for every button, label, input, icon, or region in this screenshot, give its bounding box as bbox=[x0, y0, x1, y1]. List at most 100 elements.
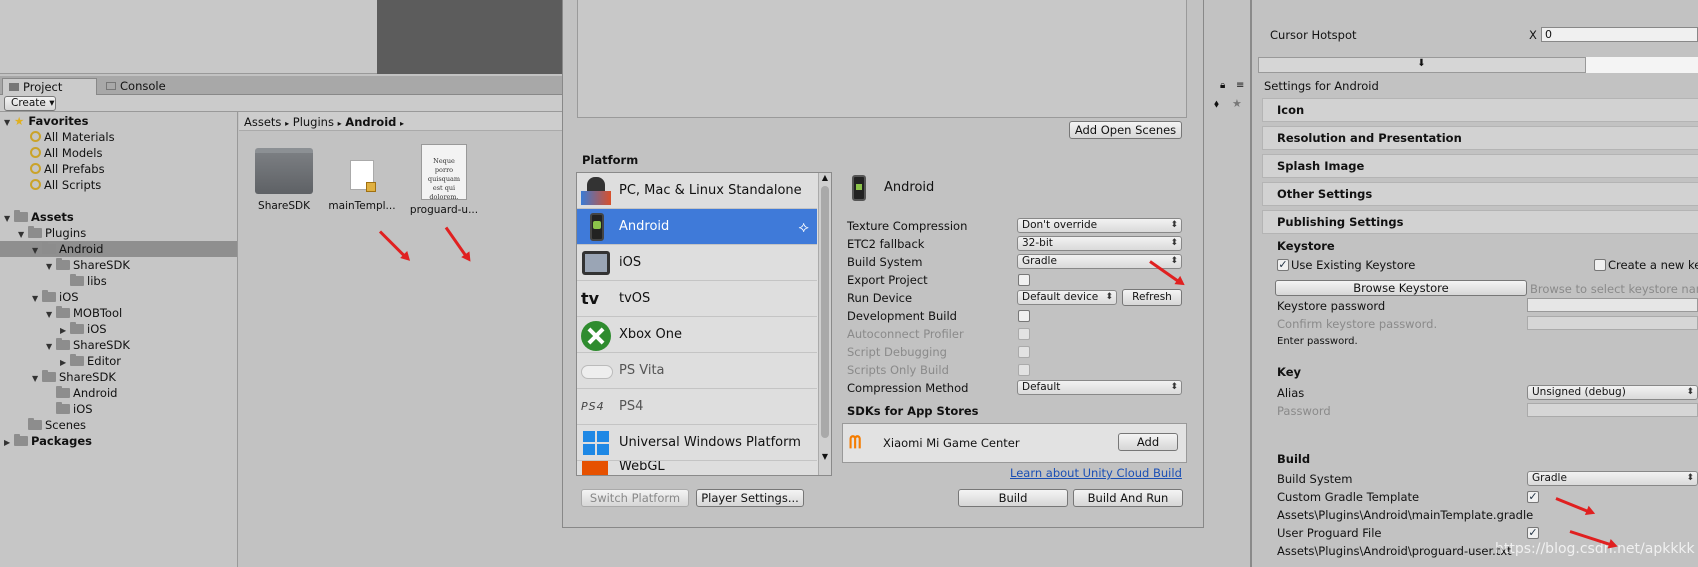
tree-item-mobtool[interactable]: ▼ MOBTool bbox=[46, 306, 283, 321]
platform-tab-android[interactable] bbox=[1586, 57, 1698, 73]
export-project-checkbox[interactable] bbox=[1018, 274, 1030, 286]
cursor-hotspot-label: Cursor Hotspot bbox=[1270, 28, 1357, 42]
tab-console[interactable]: Console bbox=[100, 78, 210, 95]
star-filter-icon[interactable]: ★ bbox=[1232, 97, 1248, 111]
run-device-dropdown[interactable]: Default device bbox=[1017, 290, 1117, 305]
section-resolution-presentation[interactable]: Resolution and Presentation bbox=[1262, 126, 1698, 150]
platform-list-scrollbar[interactable]: ▲ ▼ bbox=[818, 173, 831, 475]
enter-password-hint: Enter password. bbox=[1277, 336, 1358, 347]
collapse-arrow-icon: ▶ bbox=[60, 326, 67, 335]
user-proguard-file-checkbox[interactable]: ✓ bbox=[1527, 527, 1539, 539]
script-debugging-label: Script Debugging bbox=[847, 345, 947, 359]
favorites-node[interactable]: ▼ ★ Favorites bbox=[4, 114, 241, 129]
tree-item-ios-sub2[interactable]: iOS bbox=[56, 402, 293, 417]
breadcrumb-plugins[interactable]: Plugins bbox=[293, 115, 334, 129]
breadcrumb-separator-icon: ▸ bbox=[337, 119, 342, 128]
texture-compression-dropdown[interactable]: Don't override bbox=[1017, 218, 1182, 233]
tree-item-ios[interactable]: ▼ iOS bbox=[32, 290, 269, 305]
folder-icon bbox=[14, 210, 28, 222]
collapse-arrow-icon: ▶ bbox=[4, 438, 11, 447]
development-build-checkbox[interactable] bbox=[1018, 310, 1030, 322]
custom-gradle-template-label: Custom Gradle Template bbox=[1277, 490, 1420, 504]
tree-item-editor[interactable]: ▶ Editor bbox=[60, 354, 297, 369]
player-settings-button[interactable]: Player Settings... bbox=[696, 489, 804, 507]
section-publishing-settings[interactable]: Publishing Settings bbox=[1262, 210, 1698, 234]
tree-item-all-models[interactable]: All Models bbox=[30, 146, 267, 161]
tree-item-all-materials[interactable]: All Materials bbox=[30, 130, 267, 145]
keystore-heading: Keystore bbox=[1277, 239, 1335, 253]
compression-method-dropdown[interactable]: Default bbox=[1017, 380, 1182, 395]
tree-item-sharesdk[interactable]: ▼ ShareSDK bbox=[46, 258, 283, 273]
scroll-down-arrow-icon[interactable]: ▼ bbox=[819, 452, 831, 463]
platform-item-ios[interactable]: iOS bbox=[577, 245, 817, 281]
switch-platform-button[interactable]: Switch Platform bbox=[581, 489, 689, 507]
platform-tab-standalone[interactable]: ⬇ bbox=[1258, 57, 1586, 73]
lock-icon[interactable]: 🔒︎ bbox=[1220, 80, 1225, 91]
asset-proguard[interactable]: Neque porro quisquam est qui dolorem. pr… bbox=[406, 144, 482, 216]
build-button[interactable]: Build bbox=[958, 489, 1068, 507]
menu-icon[interactable]: ≡ bbox=[1236, 80, 1244, 91]
search-icon bbox=[30, 131, 41, 142]
tree-item-sharesdk-ios[interactable]: ▼ ShareSDK bbox=[46, 338, 283, 353]
platform-item-tvos[interactable]: tv tvOS bbox=[577, 281, 817, 317]
platform-item-ps4[interactable]: PS4 PS4 bbox=[577, 389, 817, 425]
asset-main-template[interactable]: mainTempl... bbox=[326, 148, 398, 212]
tree-item-android-sub[interactable]: Android bbox=[56, 386, 293, 401]
custom-gradle-template-checkbox[interactable]: ✓ bbox=[1527, 491, 1539, 503]
cloud-build-link[interactable]: Learn about Unity Cloud Build bbox=[1010, 466, 1182, 480]
console-tab-icon bbox=[106, 82, 116, 90]
platform-item-android[interactable]: Android ⟡ bbox=[577, 209, 817, 245]
tree-item-libs[interactable]: libs bbox=[70, 274, 307, 289]
scripts-only-build-checkbox bbox=[1018, 364, 1030, 376]
refresh-devices-button[interactable]: Refresh bbox=[1122, 289, 1182, 306]
asset-sharesdk[interactable]: ShareSDK bbox=[252, 148, 316, 212]
add-open-scenes-button[interactable]: Add Open Scenes bbox=[1069, 121, 1182, 139]
create-new-keystore-checkbox[interactable] bbox=[1594, 259, 1606, 271]
browse-keystore-button[interactable]: Browse Keystore bbox=[1275, 280, 1527, 296]
android-header-icon bbox=[852, 175, 866, 201]
create-button[interactable]: Create ▾ bbox=[4, 96, 56, 111]
assets-node[interactable]: ▼ Assets bbox=[4, 210, 241, 225]
android-device-icon bbox=[581, 213, 611, 241]
tree-item-all-scripts[interactable]: All Scripts bbox=[30, 178, 267, 193]
hotspot-x-label: X bbox=[1529, 28, 1537, 42]
build-and-run-button[interactable]: Build And Run bbox=[1073, 489, 1183, 507]
tab-project[interactable]: Project bbox=[2, 78, 97, 96]
section-other-settings[interactable]: Other Settings bbox=[1262, 182, 1698, 206]
inspector-build-system-dropdown[interactable]: Gradle bbox=[1527, 471, 1698, 486]
tree-item-plugins[interactable]: ▼ Plugins bbox=[18, 226, 255, 241]
tag-filter-icon[interactable]: ⬧ bbox=[1214, 97, 1228, 111]
inspector-build-system-label: Build System bbox=[1277, 472, 1353, 486]
platform-item-psvita[interactable]: PS Vita bbox=[577, 353, 817, 389]
use-existing-keystore-checkbox[interactable]: ✓ bbox=[1277, 259, 1289, 271]
scrollbar-thumb[interactable] bbox=[821, 186, 829, 438]
confirm-keystore-password-label: Confirm keystore password. bbox=[1277, 317, 1438, 331]
sdk-add-button[interactable]: Add bbox=[1118, 433, 1178, 451]
section-icon[interactable]: Icon bbox=[1262, 98, 1698, 122]
packages-node[interactable]: ▶ Packages bbox=[4, 434, 241, 449]
folder-icon bbox=[56, 402, 70, 414]
platform-item-standalone[interactable]: PC, Mac & Linux Standalone bbox=[577, 173, 817, 209]
etc2-fallback-dropdown[interactable]: 32-bit bbox=[1017, 236, 1182, 251]
tree-item-android[interactable]: ▼ Android bbox=[32, 242, 269, 257]
tree-item-all-prefabs[interactable]: All Prefabs bbox=[30, 162, 267, 177]
development-build-label: Development Build bbox=[847, 309, 957, 323]
breadcrumb-android[interactable]: Android bbox=[345, 115, 396, 129]
platform-item-webgl[interactable]: WebGL bbox=[577, 461, 817, 475]
breadcrumb-assets[interactable]: Assets bbox=[244, 115, 281, 129]
key-password-label: Password bbox=[1277, 404, 1331, 418]
platform-item-xbox[interactable]: Xbox One bbox=[577, 317, 817, 353]
scroll-up-arrow-icon[interactable]: ▲ bbox=[819, 173, 831, 184]
tree-item-ios-sub[interactable]: ▶ iOS bbox=[60, 322, 297, 337]
keystore-password-field[interactable] bbox=[1527, 298, 1698, 312]
folder-icon bbox=[255, 148, 313, 194]
expand-arrow-icon: ▼ bbox=[32, 374, 39, 383]
tree-item-sharesdk-root[interactable]: ▼ ShareSDK bbox=[32, 370, 269, 385]
folder-icon bbox=[56, 306, 70, 318]
tree-item-scenes[interactable]: Scenes bbox=[28, 418, 265, 433]
section-splash-image[interactable]: Splash Image bbox=[1262, 154, 1698, 178]
alias-dropdown[interactable]: Unsigned (debug) bbox=[1527, 385, 1698, 400]
apple-tv-icon: tv bbox=[581, 289, 600, 308]
platform-item-uwp[interactable]: Universal Windows Platform bbox=[577, 425, 817, 461]
hotspot-x-field[interactable]: 0 bbox=[1541, 27, 1698, 42]
